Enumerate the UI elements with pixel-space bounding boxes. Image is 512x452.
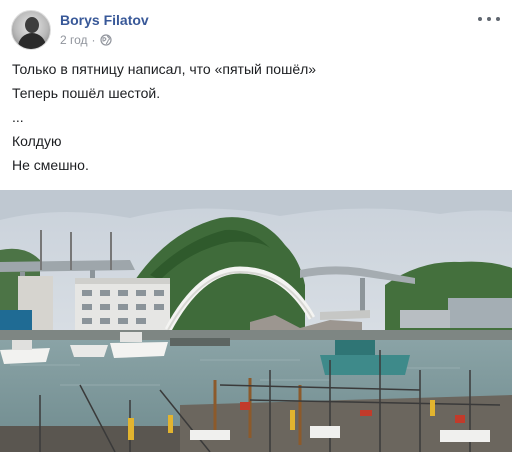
post-line: Колдую (12, 133, 62, 149)
avatar-head (25, 17, 39, 33)
more-options-icon[interactable] (478, 10, 500, 28)
more-dot (478, 17, 482, 21)
post-line: Только в пятницу написал, что «пятый пош… (12, 61, 317, 77)
more-dot (496, 17, 500, 21)
post-line: Не смешно. (12, 157, 89, 173)
globe-icon[interactable] (99, 34, 112, 46)
author-name-link[interactable]: Borys Filatov (60, 12, 149, 28)
author-avatar[interactable] (11, 10, 51, 50)
post-meta: 2 год · (60, 33, 112, 47)
post-body: Только в пятницу написал, что «пятый пош… (12, 60, 502, 180)
harbor-bridge-photo (0, 190, 512, 452)
post-line: Теперь пошёл шестой. (12, 85, 161, 101)
avatar-body (18, 33, 46, 49)
post-photo[interactable] (0, 190, 512, 452)
more-dot (487, 17, 491, 21)
meta-separator: · (91, 33, 96, 47)
post-timestamp[interactable]: 2 год (60, 33, 88, 47)
post-header: Borys Filatov 2 год · (0, 0, 512, 58)
post-line: ... (12, 109, 24, 125)
